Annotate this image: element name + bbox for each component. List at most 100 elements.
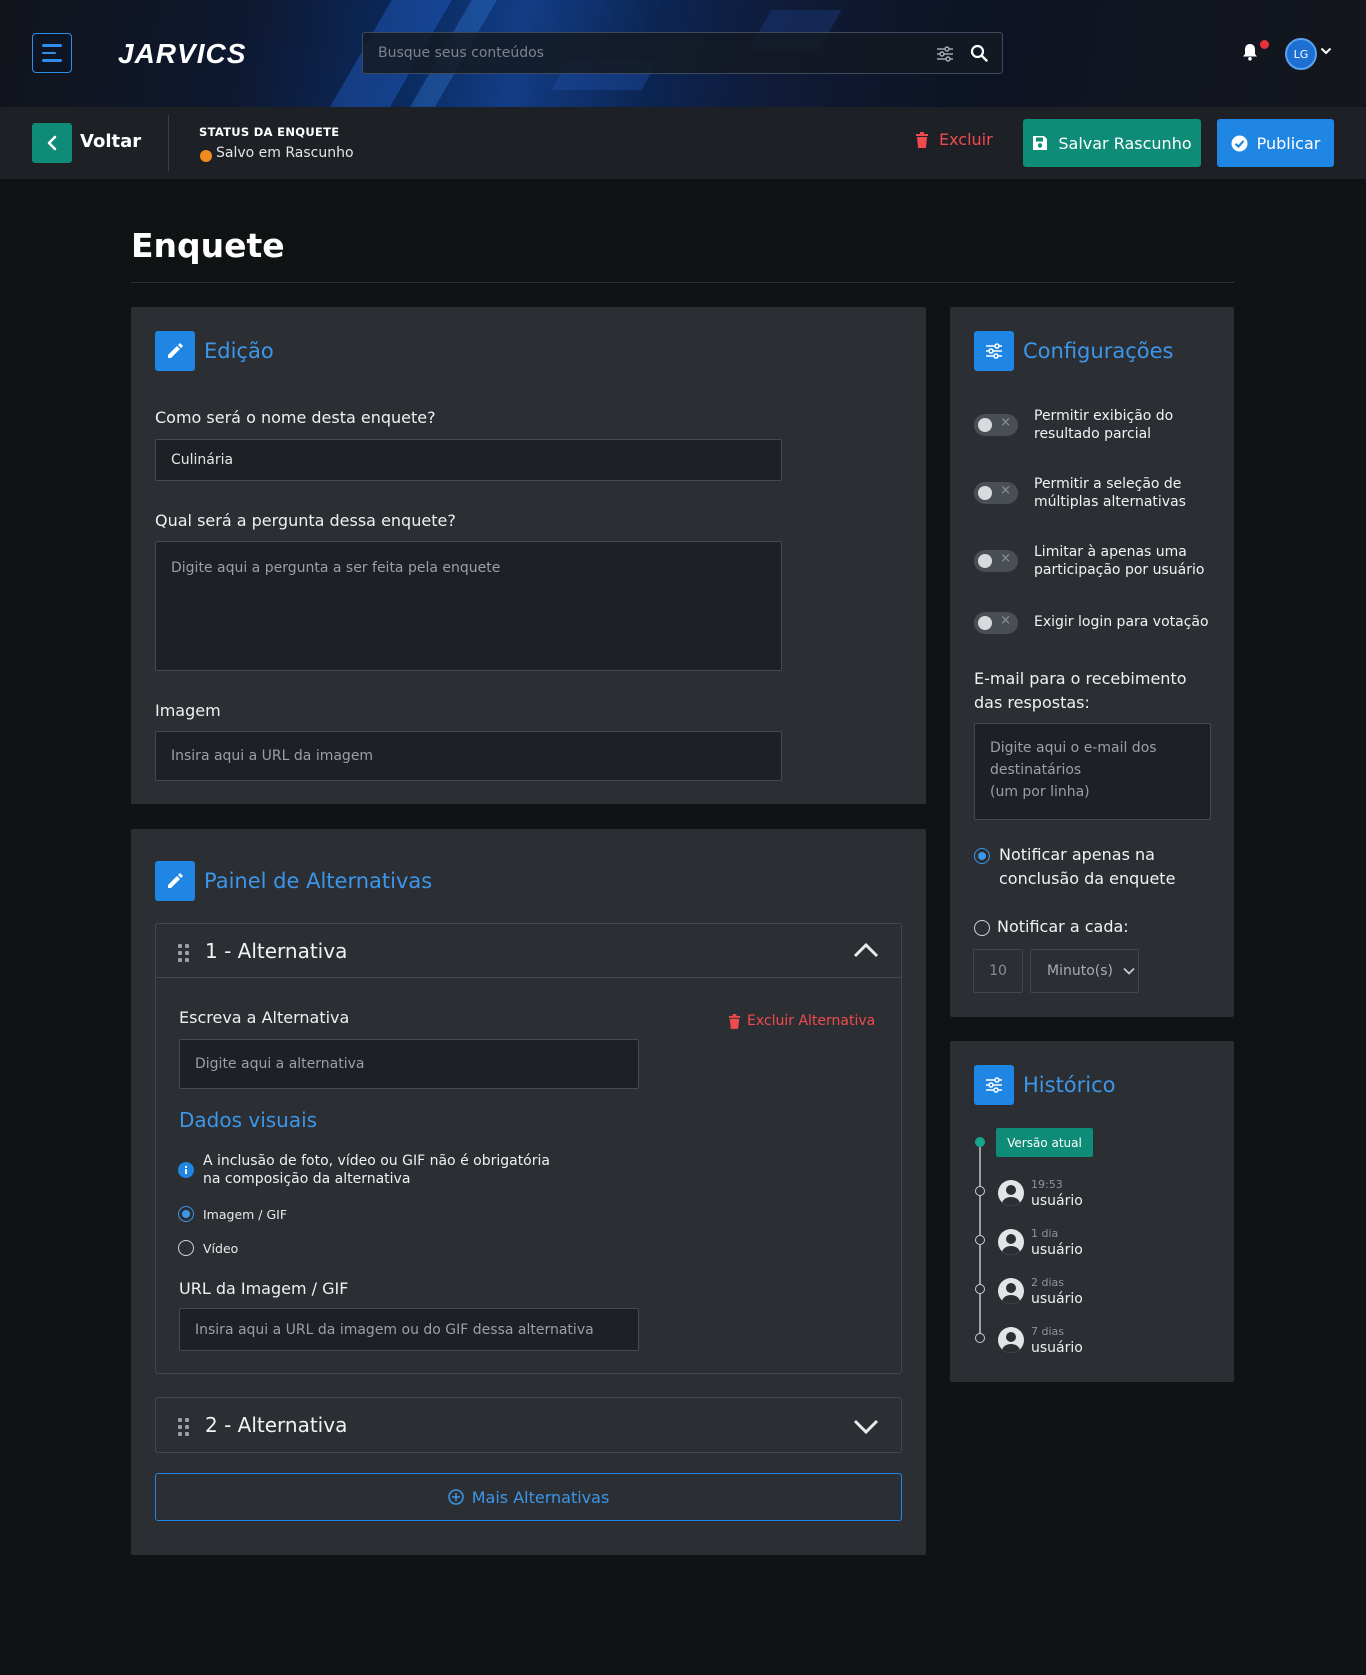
alternative-item — [155, 923, 902, 1374]
email-placeholder-2: destinatários — [990, 762, 1082, 778]
toggle-single-participation-label-2: participação por usuário — [1034, 562, 1205, 578]
interval-unit-select[interactable]: Minuto(s) — [1030, 949, 1139, 993]
drag-dot — [178, 1425, 182, 1429]
chevron-up-icon[interactable] — [853, 942, 879, 958]
toggle-multiple-selection-label-2: múltiplas alternativas — [1034, 494, 1186, 510]
more-alternatives-button[interactable]: Mais Alternativas — [155, 1473, 902, 1521]
drag-handle-icon[interactable] — [178, 944, 189, 962]
divider — [168, 115, 169, 171]
interval-value-input[interactable]: 10 — [973, 949, 1023, 993]
chevron-down-icon[interactable] — [853, 1418, 879, 1434]
poll-question-input[interactable] — [155, 541, 782, 671]
drag-dot — [185, 958, 189, 962]
delete-alternative-button[interactable]: Excluir Alternativa — [728, 1013, 875, 1029]
delete-label: Excluir — [939, 130, 993, 149]
delete-alternative-label: Excluir Alternativa — [747, 1013, 876, 1029]
alternative-input[interactable] — [179, 1039, 639, 1089]
history-user[interactable]: usuário — [1031, 1193, 1083, 1209]
history-time: 2 dias — [1031, 1276, 1065, 1289]
history-time: 19:53 — [1031, 1178, 1063, 1191]
radio-notify-conclusion[interactable] — [974, 848, 990, 864]
toggle-single-participation[interactable] — [974, 550, 1018, 572]
history-header: Histórico — [974, 1065, 1116, 1105]
toggle-require-login[interactable] — [974, 612, 1018, 634]
alternatives-header: Painel de Alternativas — [155, 861, 432, 901]
floppy-disk-icon — [1033, 136, 1048, 150]
drag-dot — [178, 944, 182, 948]
current-version-badge[interactable]: Versão atual — [996, 1128, 1093, 1157]
check-circle-icon — [1231, 135, 1248, 151]
chevron-down-icon[interactable] — [1320, 46, 1332, 56]
history-time: 7 dias — [1031, 1325, 1065, 1338]
interval-unit-value: Minuto(s) — [1047, 963, 1113, 979]
alternative-title[interactable]: 2 - Alternativa — [205, 1413, 347, 1437]
history-user[interactable]: usuário — [1031, 1340, 1083, 1356]
history-title: Histórico — [1023, 1073, 1116, 1097]
back-label[interactable]: Voltar — [80, 131, 141, 152]
user-icon — [998, 1180, 1024, 1206]
email-placeholder-3: (um por linha) — [990, 784, 1090, 800]
alternative-title[interactable]: 1 - Alternativa — [205, 939, 347, 963]
image-url-label: URL da Imagem / GIF — [179, 1279, 349, 1298]
user-icon — [998, 1327, 1024, 1353]
alternative-divider — [155, 977, 902, 978]
poll-question-label: Qual será a pergunta dessa enquete? — [155, 511, 456, 530]
menu-button[interactable] — [32, 33, 72, 73]
filter-icon[interactable] — [936, 45, 954, 63]
status-value: Salvo em Rascunho — [216, 145, 354, 161]
menu-bar — [42, 51, 56, 55]
drag-dot — [185, 1418, 189, 1422]
radio-notify-every[interactable] — [974, 920, 990, 936]
radio-notify-conclusion-label-2: conclusão da enquete — [999, 869, 1176, 888]
delete-button[interactable]: Excluir — [915, 130, 993, 149]
page-title: Enquete — [131, 226, 285, 265]
bell-icon[interactable] — [1242, 43, 1258, 61]
drag-dot — [185, 951, 189, 955]
chevron-left-icon — [47, 135, 57, 151]
back-button[interactable] — [32, 123, 72, 163]
user-icon — [998, 1229, 1024, 1255]
image-url-input[interactable] — [155, 731, 782, 781]
drag-dot — [178, 1418, 182, 1422]
timeline-dot-current — [975, 1137, 985, 1147]
toggle-multiple-selection[interactable] — [974, 482, 1018, 504]
title-divider — [131, 282, 1234, 283]
publish-button[interactable]: Publicar — [1217, 119, 1334, 167]
history-user[interactable]: usuário — [1031, 1291, 1083, 1307]
avatar[interactable]: LG — [1285, 38, 1317, 70]
radio-notify-conclusion-label-1: Notificar apenas na — [999, 845, 1155, 864]
alternative-image-url-input[interactable] — [179, 1308, 639, 1351]
pencil-icon — [168, 873, 183, 888]
edicao-header: Edição — [155, 331, 274, 371]
radio-video[interactable] — [178, 1240, 194, 1256]
email-recipients-input[interactable]: Digite aqui o e-mail dos destinatários (… — [974, 723, 1211, 820]
notification-dot — [1260, 40, 1269, 49]
save-draft-button[interactable]: Salvar Rascunho — [1023, 119, 1201, 167]
toggle-partial-result[interactable] — [974, 414, 1018, 436]
image-label: Imagem — [155, 701, 221, 720]
search-icon[interactable] — [970, 44, 988, 62]
toggle-single-participation-label-1: Limitar à apenas uma — [1034, 544, 1187, 560]
drag-handle-icon[interactable] — [178, 1418, 189, 1436]
drag-dot — [185, 1432, 189, 1436]
email-label-2: das respostas: — [974, 693, 1090, 712]
poll-name-label: Como será o nome desta enquete? — [155, 408, 436, 427]
settings-title: Configurações — [1023, 339, 1174, 363]
drag-dot — [185, 1425, 189, 1429]
search-input[interactable] — [363, 33, 923, 73]
menu-bar — [42, 59, 62, 62]
timeline-dot — [975, 1333, 985, 1343]
user-icon — [998, 1278, 1024, 1304]
poll-name-input[interactable] — [155, 439, 782, 481]
edit-badge — [155, 331, 195, 371]
email-placeholder-1: Digite aqui o e-mail dos — [990, 740, 1157, 756]
history-user[interactable]: usuário — [1031, 1242, 1083, 1258]
drag-dot — [178, 1432, 182, 1436]
logo[interactable]: JARVICS — [118, 38, 246, 70]
sliders-icon — [986, 1077, 1002, 1093]
radio-image-gif-label: Imagem / GIF — [203, 1207, 288, 1222]
write-alternative-label: Escreva a Alternativa — [179, 1008, 350, 1027]
radio-image-gif[interactable] — [178, 1206, 194, 1222]
drag-dot — [185, 944, 189, 948]
search-bar — [362, 32, 1003, 74]
